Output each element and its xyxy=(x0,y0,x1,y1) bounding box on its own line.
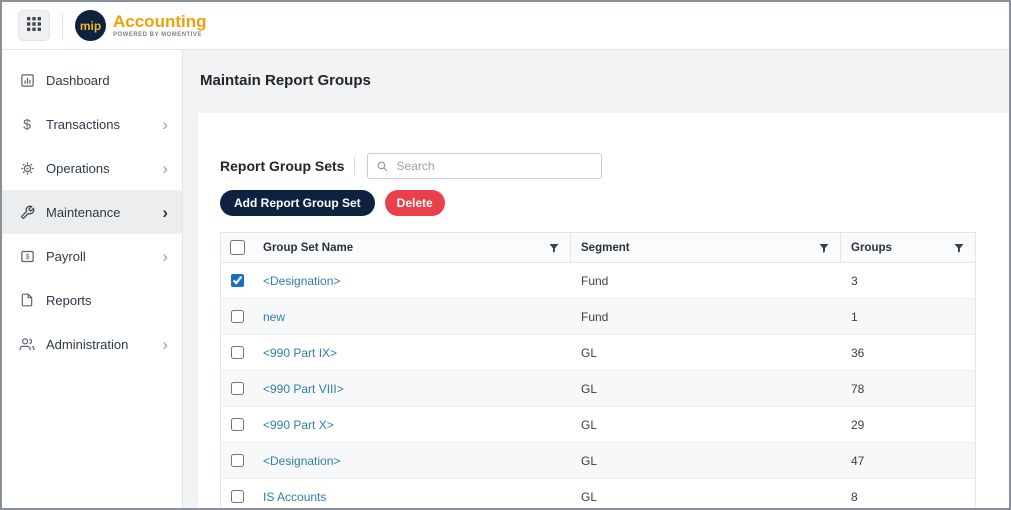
topbar-divider xyxy=(62,13,63,39)
sidebar-item-administration[interactable]: Administration › xyxy=(2,322,182,366)
groups-cell: 29 xyxy=(841,418,975,432)
segment-cell: GL xyxy=(571,346,841,360)
column-header-label: Groups xyxy=(851,242,892,254)
table-row: <Designation> Fund 3 xyxy=(221,263,975,299)
sidebar-item-label: Reports xyxy=(46,293,168,308)
chevron-right-icon: › xyxy=(162,248,168,265)
chevron-right-icon: › xyxy=(162,116,168,133)
segment-cell: GL xyxy=(571,418,841,432)
topbar: mip Accounting POWERED BY MOMENTIVE xyxy=(2,2,1009,50)
row-checkbox[interactable] xyxy=(231,453,244,468)
groups-cell: 36 xyxy=(841,346,975,360)
app-window: mip Accounting POWERED BY MOMENTIVE Dash… xyxy=(0,0,1011,510)
reports-icon xyxy=(18,293,36,307)
toolbar-divider xyxy=(354,157,355,175)
search-icon xyxy=(376,160,389,173)
sidebar: Dashboard $ Transactions › xyxy=(2,50,183,508)
groups-cell: 1 xyxy=(841,310,975,324)
table-body: <Designation> Fund 3 new Fund 1 xyxy=(221,263,975,508)
select-all-checkbox[interactable] xyxy=(230,240,245,255)
table-row: IS Accounts GL 8 xyxy=(221,479,975,508)
sidebar-item-operations[interactable]: Operations › xyxy=(2,146,182,190)
column-header-label: Segment xyxy=(581,242,630,254)
filter-icon[interactable] xyxy=(953,242,965,254)
page-title: Maintain Report Groups xyxy=(198,50,1009,113)
panel-title: Report Group Sets xyxy=(220,158,344,174)
group-set-link[interactable]: new xyxy=(263,310,285,324)
table-row: <990 Part X> GL 29 xyxy=(221,407,975,443)
row-checkbox[interactable] xyxy=(231,345,244,360)
sidebar-item-maintenance[interactable]: Maintenance › xyxy=(2,190,182,234)
segment-cell: Fund xyxy=(571,310,841,324)
sidebar-item-label: Transactions xyxy=(46,117,162,132)
add-report-group-set-button[interactable]: Add Report Group Set xyxy=(220,190,375,216)
payroll-icon: $ xyxy=(18,249,36,264)
brand: mip Accounting POWERED BY MOMENTIVE xyxy=(75,10,207,41)
main-content: Maintain Report Groups Report Group Sets xyxy=(183,50,1009,508)
search-box xyxy=(367,153,602,179)
mip-logo: mip xyxy=(75,10,106,41)
row-checkbox[interactable] xyxy=(231,381,244,396)
filter-icon[interactable] xyxy=(548,242,560,254)
operations-icon xyxy=(18,161,36,176)
brand-name: Accounting xyxy=(113,13,207,30)
table-row: <990 Part VIII> GL 78 xyxy=(221,371,975,407)
chevron-right-icon: › xyxy=(162,204,168,221)
row-checkbox[interactable] xyxy=(231,489,244,504)
group-set-link[interactable]: <Designation> xyxy=(263,454,340,468)
transactions-icon: $ xyxy=(18,116,36,132)
sidebar-item-transactions[interactable]: $ Transactions › xyxy=(2,102,182,146)
brand-tagline: POWERED BY MOMENTIVE xyxy=(113,32,207,38)
app-launcher-button[interactable] xyxy=(18,10,50,41)
row-checkbox[interactable] xyxy=(231,273,244,288)
dashboard-icon xyxy=(18,73,36,88)
column-header-segment: Segment xyxy=(571,233,841,262)
sidebar-item-label: Dashboard xyxy=(46,73,168,88)
administration-icon xyxy=(18,337,36,352)
groups-cell: 47 xyxy=(841,454,975,468)
panel-toolbar: Report Group Sets xyxy=(220,152,989,180)
svg-text:$: $ xyxy=(25,254,29,261)
sidebar-item-label: Payroll xyxy=(46,249,162,264)
column-header-label: Group Set Name xyxy=(263,242,353,254)
table-header: Group Set Name Segment Gro xyxy=(221,233,975,263)
action-buttons: Add Report Group Set Delete xyxy=(220,190,989,216)
maintenance-icon xyxy=(18,205,36,220)
sidebar-item-label: Maintenance xyxy=(46,205,162,220)
row-checkbox[interactable] xyxy=(231,417,244,432)
delete-button[interactable]: Delete xyxy=(385,190,445,216)
sidebar-item-reports[interactable]: Reports xyxy=(2,278,182,322)
groups-cell: 8 xyxy=(841,490,975,504)
column-header-group-set-name: Group Set Name xyxy=(253,233,571,262)
chevron-right-icon: › xyxy=(162,160,168,177)
select-all-cell xyxy=(221,233,253,262)
sidebar-item-dashboard[interactable]: Dashboard xyxy=(2,58,182,102)
filter-icon[interactable] xyxy=(818,242,830,254)
segment-cell: GL xyxy=(571,382,841,396)
sidebar-item-payroll[interactable]: $ Payroll › xyxy=(2,234,182,278)
grid-icon xyxy=(27,17,41,34)
row-checkbox[interactable] xyxy=(231,309,244,324)
sidebar-item-label: Operations xyxy=(46,161,162,176)
segment-cell: Fund xyxy=(571,274,841,288)
group-set-link[interactable]: IS Accounts xyxy=(263,490,326,504)
chevron-right-icon: › xyxy=(162,336,168,353)
column-header-groups: Groups xyxy=(841,233,975,262)
sidebar-item-label: Administration xyxy=(46,337,162,352)
table-row: <Designation> GL 47 xyxy=(221,443,975,479)
table-row: <990 Part IX> GL 36 xyxy=(221,335,975,371)
group-set-link[interactable]: <990 Part VIII> xyxy=(263,382,344,396)
group-set-link[interactable]: <Designation> xyxy=(263,274,340,288)
search-input[interactable] xyxy=(396,159,593,173)
group-set-link[interactable]: <990 Part X> xyxy=(263,418,334,432)
groups-cell: 78 xyxy=(841,382,975,396)
report-group-sets-panel: Report Group Sets Add Report Group xyxy=(198,113,1009,508)
report-group-sets-table: Group Set Name Segment Gro xyxy=(220,232,976,508)
table-row: new Fund 1 xyxy=(221,299,975,335)
segment-cell: GL xyxy=(571,490,841,504)
groups-cell: 3 xyxy=(841,274,975,288)
segment-cell: GL xyxy=(571,454,841,468)
brand-text: Accounting POWERED BY MOMENTIVE xyxy=(113,13,207,38)
group-set-link[interactable]: <990 Part IX> xyxy=(263,346,337,360)
